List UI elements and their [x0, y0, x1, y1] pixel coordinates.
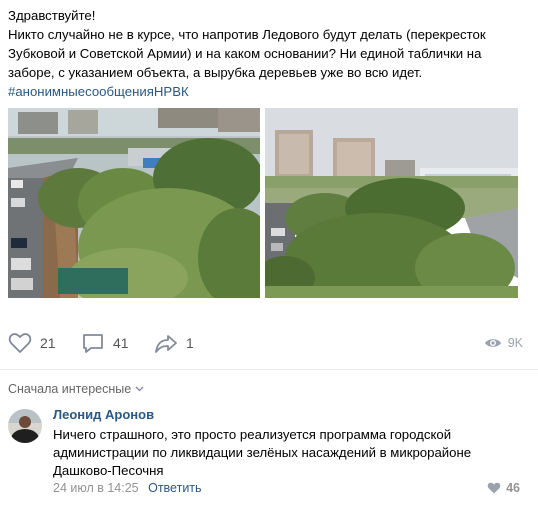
share-button[interactable]: 1 [154, 330, 194, 356]
comment-button[interactable]: 41 [81, 330, 129, 356]
eye-icon [484, 339, 501, 347]
hashtag-link[interactable]: #анонимныесообщенияНРВК [8, 82, 533, 101]
share-icon [155, 335, 177, 353]
comment-item: Леонид Аронов Ничего страшного, это прос… [8, 406, 523, 501]
heart-icon [487, 482, 501, 494]
comment-like-button[interactable]: 46 [487, 481, 520, 495]
divider [0, 369, 538, 370]
avatar[interactable] [8, 409, 42, 443]
share-count: 1 [186, 335, 194, 351]
comment-line: администрации по ликвидации зелёных наса… [53, 445, 472, 460]
photo-construction-site[interactable] [8, 108, 260, 298]
heart-icon [8, 333, 32, 353]
views-counter: 9K [484, 330, 523, 356]
photo-attachments [8, 108, 518, 298]
comment-author-link[interactable]: Леонид Аронов [53, 407, 154, 422]
views-count: 9K [507, 336, 523, 350]
chevron-down-icon [135, 386, 144, 392]
comment-line: Дашково-Песочня [53, 463, 164, 478]
like-count: 21 [40, 335, 56, 351]
comment-count: 41 [113, 335, 129, 351]
comment-icon [83, 334, 103, 353]
comment-meta: 24 июл в 14:25 Ответить [53, 481, 202, 495]
comment-date[interactable]: 24 июл в 14:25 [53, 481, 139, 495]
sort-label: Сначала интересные [8, 382, 132, 396]
post-line: Здравствуйте! [8, 8, 96, 23]
post-actions: 21 41 1 9K [8, 330, 523, 356]
post-line: заборе, с указанием объекта, а вырубка д… [8, 65, 423, 80]
comments-sort-toggle[interactable]: Сначала интересные [8, 382, 144, 396]
post-line: Зубковой и Советской Армии) и на каком о… [8, 46, 482, 61]
post-line: Никто случайно не в курсе, что напротив … [8, 27, 486, 42]
like-button[interactable]: 21 [8, 330, 56, 356]
photo-city-view[interactable] [265, 108, 518, 298]
comment-like-count: 46 [506, 481, 520, 495]
reply-button[interactable]: Ответить [148, 481, 201, 495]
comment-line: Ничего страшного, это просто реализуется… [53, 427, 452, 442]
post-text: Здравствуйте! Никто случайно не в курсе,… [8, 6, 533, 101]
comment-text: Ничего страшного, это просто реализуется… [53, 426, 493, 480]
